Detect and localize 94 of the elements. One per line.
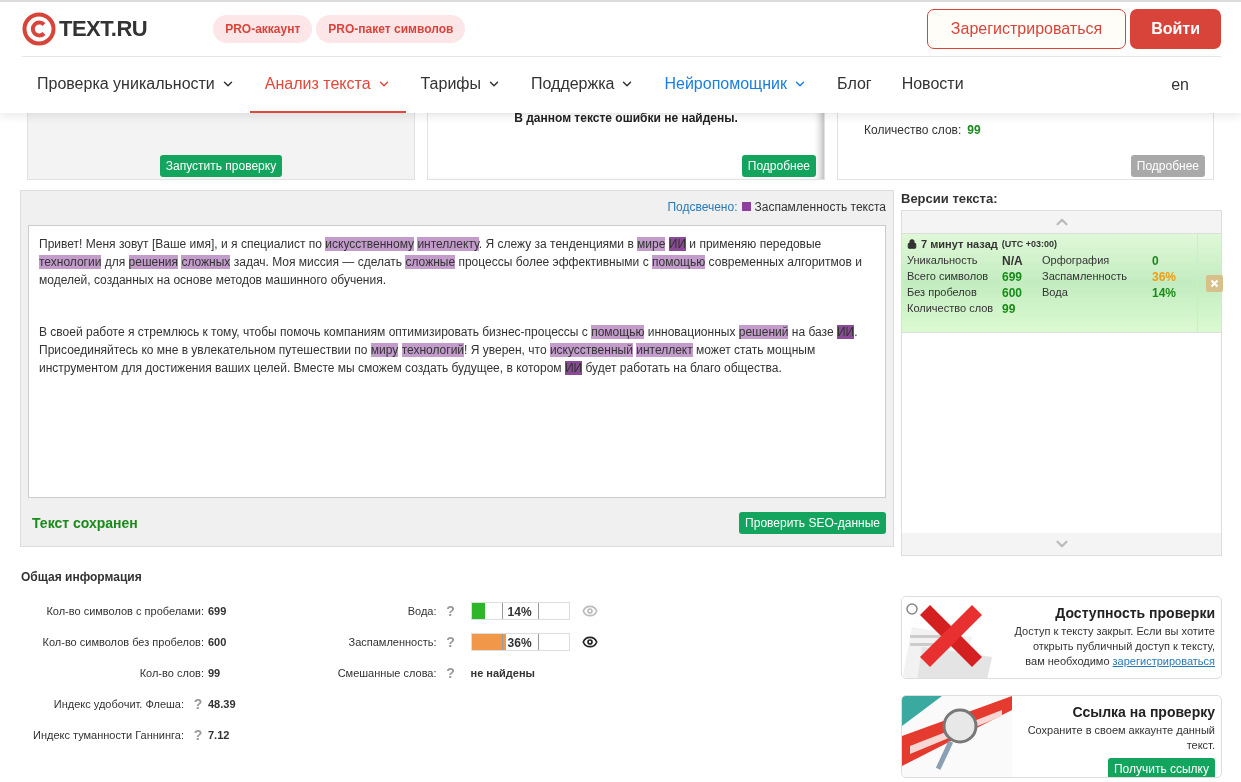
version-stat-value: 0 <box>1152 254 1160 268</box>
highlighted-word: интеллект <box>636 343 693 357</box>
highlighted-word: миру <box>370 343 399 357</box>
legend-label: Подсвечено: <box>667 199 738 214</box>
version-time: 7 минут назад <box>921 238 998 250</box>
stat-value: 600 <box>208 636 228 648</box>
scroll-up-button[interactable] <box>902 211 1221 233</box>
card-message: В данном тексте ошибки не найдены. <box>514 111 738 125</box>
meter-reading: 14% <box>507 605 532 619</box>
pro-link[interactable]: PRO-аккаунт <box>213 15 313 43</box>
version-stat-value: 36% <box>1152 270 1178 284</box>
stat-value: 48.39 <box>208 698 236 710</box>
nav-item[interactable]: Блог <box>822 57 887 113</box>
login-button[interactable]: Войти <box>1130 9 1221 49</box>
version-stat-label: Вода <box>1042 286 1069 300</box>
logo-text[interactable]: TEXT.RU <box>59 16 148 42</box>
highlighted-word: помощью <box>652 255 706 269</box>
highlighted-word: решений <box>738 325 789 339</box>
help-icon[interactable]: ? <box>440 665 461 681</box>
copyright-icon <box>22 12 56 46</box>
highlighted-word: технологии <box>39 255 102 269</box>
nav-item[interactable]: Проверка уникальности <box>22 57 250 113</box>
version-stat-value: N/A <box>1002 254 1024 268</box>
stat-value: 7.12 <box>208 729 231 741</box>
version-stat-value: 14% <box>1152 286 1178 300</box>
nav-item[interactable]: Тарифы <box>405 57 516 113</box>
version-stat-label: Без пробелов <box>907 286 978 300</box>
highlighted-word: технологий <box>401 343 465 357</box>
legend-swatch <box>741 202 751 211</box>
register-button[interactable]: Зарегистрироваться <box>926 9 1127 49</box>
highlighted-word: искусственный <box>549 343 633 357</box>
highlighted-word: решения <box>128 255 179 269</box>
versions-title: Версии текста: <box>901 190 999 208</box>
highlighted-word: ИИ <box>668 237 686 251</box>
highlighted-word: сложные <box>405 255 456 269</box>
run-check-button[interactable]: Запустить проверку <box>159 155 283 177</box>
stat-value: 99 <box>208 667 222 679</box>
highlighted-word: интеллекту <box>417 237 479 251</box>
stat-value: не найдены <box>470 667 536 679</box>
highlighted-word: искусственному <box>325 237 415 251</box>
stat-value: 699 <box>208 605 228 617</box>
details-button[interactable]: Подробнее <box>741 155 816 177</box>
scroll-down-button[interactable] <box>902 533 1221 555</box>
version-timezone: (UTC +03:00) <box>1001 239 1057 249</box>
version-stat-label: Уникальность <box>907 254 979 268</box>
promo-title: Доступность проверки <box>1055 605 1215 621</box>
help-icon[interactable]: ? <box>440 603 461 619</box>
paragraph: В своей работе я стремлюсь к тому, чтобы помочь компаниям оптимизировать бизнес-процессы с помощью инновационных решений на базе ИИ. Присоединяйтесь ко мне в увлекательном путешествии по миру технологий! Я уверен, что искусственный интеллект может стать мощным инструментом для достижения ваших целей. Вместе мы сможем создать будущее, в котором ИИ будет работать на благо общества. <box>39 324 859 377</box>
help-icon[interactable]: ? <box>188 696 208 712</box>
stat-label: Индекс удобочит. Флеша: <box>52 697 185 712</box>
version-stat-value: 600 <box>1002 286 1024 300</box>
nav-item[interactable]: Нейропомощник <box>649 57 823 113</box>
highlighted-word: ИИ <box>836 325 855 339</box>
highlighted-word: мире <box>637 237 666 251</box>
version-stat-value: 699 <box>1002 270 1024 284</box>
stat-label: Индекс туманности Ганнинга: <box>32 728 185 743</box>
promo-text: Сохраните в своем аккаунте данный текст. <box>1026 723 1215 753</box>
version-stat-value: 99 <box>1002 302 1017 316</box>
highlighted-word: помощью <box>591 325 645 339</box>
stat-label: Смешанные слова: <box>336 666 438 681</box>
section-title: Общая информация <box>21 570 143 584</box>
saved-status: Текст сохранен <box>32 515 138 531</box>
pro-link[interactable]: PRO-пакет символов <box>316 15 466 43</box>
version-stat-label: Количество слов <box>907 302 995 316</box>
delete-button[interactable] <box>1206 274 1223 292</box>
stat-label: Количество слов: <box>864 123 962 137</box>
help-icon[interactable]: ? <box>188 727 208 743</box>
text-area[interactable] <box>28 225 886 498</box>
highlighted-word: сложных <box>181 255 231 269</box>
stat-value: 99 <box>967 123 981 137</box>
lock-icon <box>907 239 917 249</box>
version-stat-label: Всего символов <box>907 270 990 284</box>
stat-label: Кол-во символов без пробелов: <box>41 635 205 650</box>
nav-item[interactable]: Поддержка <box>516 57 650 113</box>
register-link[interactable]: зарегистрироваться <box>1112 655 1215 667</box>
stat-label: Заспамленность: <box>347 635 438 650</box>
help-icon[interactable]: ? <box>440 634 461 650</box>
promo-text: Доступ к тексту закрыт. Если вы хотите открыть публичный доступ к тексту, вам необходимо зарегистрироваться <box>1013 624 1215 669</box>
legend-text: Заспамленность текста <box>754 199 886 214</box>
promo-title: Ссылка на проверку <box>1072 704 1215 720</box>
stat-label: Кол-во слов: <box>138 666 205 681</box>
stat-label: Кол-во символов с пробелами: <box>45 604 205 619</box>
meter-reading: 36% <box>507 636 532 650</box>
eye-icon[interactable] <box>581 634 598 650</box>
version-stat-label: Заспамленность <box>1042 270 1128 284</box>
highlighted-word: ИИ <box>564 361 583 375</box>
stat-label: Вода: <box>406 604 438 619</box>
language-link[interactable]: en <box>1171 57 1189 113</box>
seo-check-button[interactable]: Проверить SEO-данные <box>739 512 886 534</box>
paragraph: Привет! Меня зовут [Ваше имя], и я специалист по искусственному интеллекту. Я слежу за тенденциями в мире ИИ и применяю передовые технологии для решения сложных задач. Моя миссия — сделать сложные процессы более эффективными с помощью современных алгоритмов и моделей, созданных на основе методов машинного обучения. <box>39 236 863 289</box>
version-stat-label: Орфография <box>1042 254 1111 268</box>
get-link-button[interactable]: Получить ссылку <box>1107 758 1215 777</box>
version-item[interactable]: 7 минут назад (UTC +03:00) Уникальность N/A Орфография 0 Всего символов 699 Заспамленность 36% Без пробелов 600 Вода 14% Количество слов 99 <box>902 233 1221 333</box>
nav-item[interactable]: Новости <box>886 57 979 113</box>
